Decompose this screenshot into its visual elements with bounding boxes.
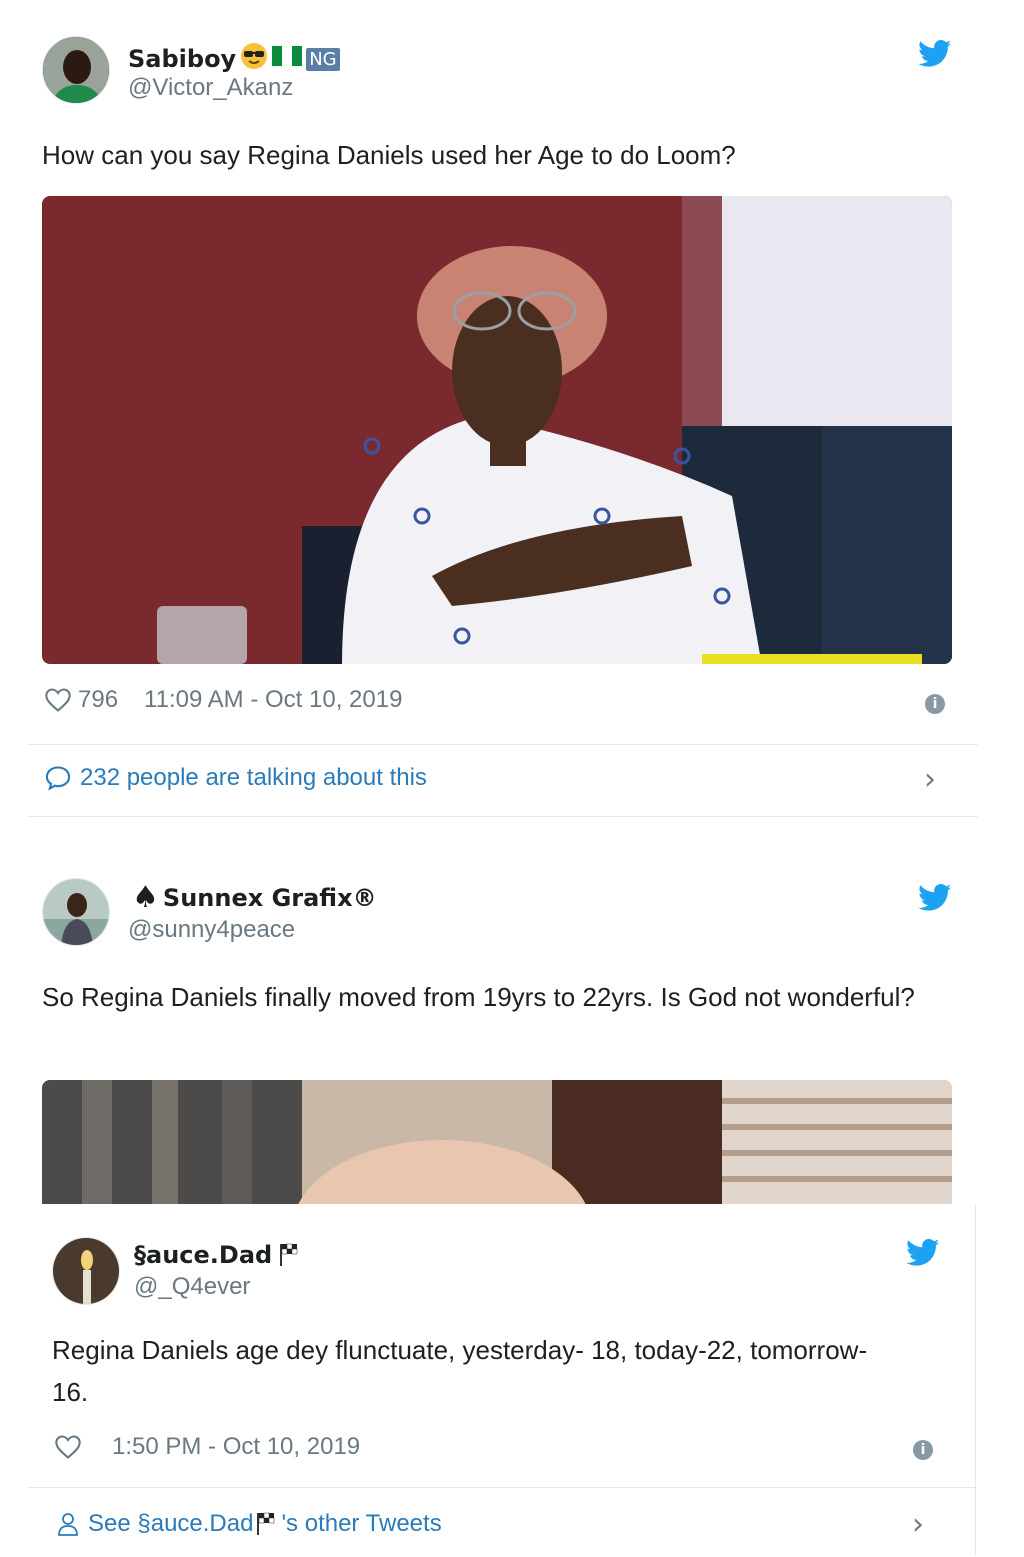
like-count[interactable]: 796 <box>78 686 118 714</box>
heart-icon[interactable] <box>44 687 72 713</box>
user-handle[interactable]: @Victor_Akanz <box>128 74 293 102</box>
tweet-timestamp[interactable]: 1:50 PM - Oct 10, 2019 <box>112 1433 360 1461</box>
divider <box>28 1487 976 1488</box>
chevron-right-icon[interactable]: › <box>924 762 936 797</box>
tweet-meta: 1:50 PM - Oct 10, 2019 <box>54 1433 360 1461</box>
checkered-flag-icon <box>278 1242 302 1268</box>
user-name[interactable]: §auce.Dad <box>134 1241 302 1269</box>
tweet-3: §auce.Dad @_Q4ever Regina Daniels age de… <box>0 1205 1024 1557</box>
reply-bubble-icon <box>44 764 72 792</box>
checkered-flag-icon <box>255 1511 279 1537</box>
tweet-1: Sabiboy NG @Victor_Akanz How can you say… <box>0 0 1024 830</box>
user-handle[interactable]: @_Q4ever <box>134 1273 250 1301</box>
conversation-link[interactable]: 232 people are talking about this <box>44 764 427 792</box>
tweet-meta: 796 11:09 AM - Oct 10, 2019 <box>44 686 402 714</box>
user-handle[interactable]: @sunny4peace <box>128 916 295 944</box>
heart-icon[interactable] <box>54 1434 82 1460</box>
twitter-bird-icon[interactable] <box>906 1239 940 1267</box>
user-name[interactable]: ♠ Sunnex Grafix® <box>132 880 377 915</box>
twitter-bird-icon[interactable] <box>918 40 952 68</box>
info-icon[interactable]: i <box>925 694 945 714</box>
avatar[interactable] <box>42 878 110 946</box>
user-name[interactable]: Sabiboy NG <box>128 42 340 76</box>
see-other-tweets-link[interactable]: See §auce.Dad 's other Tweets <box>56 1510 442 1538</box>
country-badge: NG <box>306 47 340 71</box>
tweet-timestamp[interactable]: 11:09 AM - Oct 10, 2019 <box>144 686 402 714</box>
divider <box>28 744 978 745</box>
chevron-right-icon[interactable]: › <box>912 1507 924 1542</box>
avatar[interactable] <box>52 1237 120 1305</box>
avatar[interactable] <box>42 36 110 104</box>
twitter-bird-icon[interactable] <box>918 884 952 912</box>
person-icon <box>56 1511 80 1537</box>
divider <box>28 816 978 817</box>
tweet-photo[interactable] <box>42 1080 952 1204</box>
tweet-text: So Regina Daniels finally moved from 19y… <box>42 982 915 1012</box>
info-icon[interactable]: i <box>913 1440 933 1460</box>
divider <box>975 1205 976 1555</box>
nigeria-flag-icon <box>272 44 303 74</box>
spade-icon: ♠ <box>132 880 159 915</box>
tweet-text: Regina Daniels age dey flunctuate, yeste… <box>52 1335 868 1407</box>
tweet-photo[interactable] <box>42 196 952 664</box>
tweet-2: ♠ Sunnex Grafix® @sunny4peace So Regina … <box>0 830 1024 1210</box>
tweet-text: How can you say Regina Daniels used her … <box>42 140 736 170</box>
sunglasses-emoji-icon <box>240 42 268 76</box>
